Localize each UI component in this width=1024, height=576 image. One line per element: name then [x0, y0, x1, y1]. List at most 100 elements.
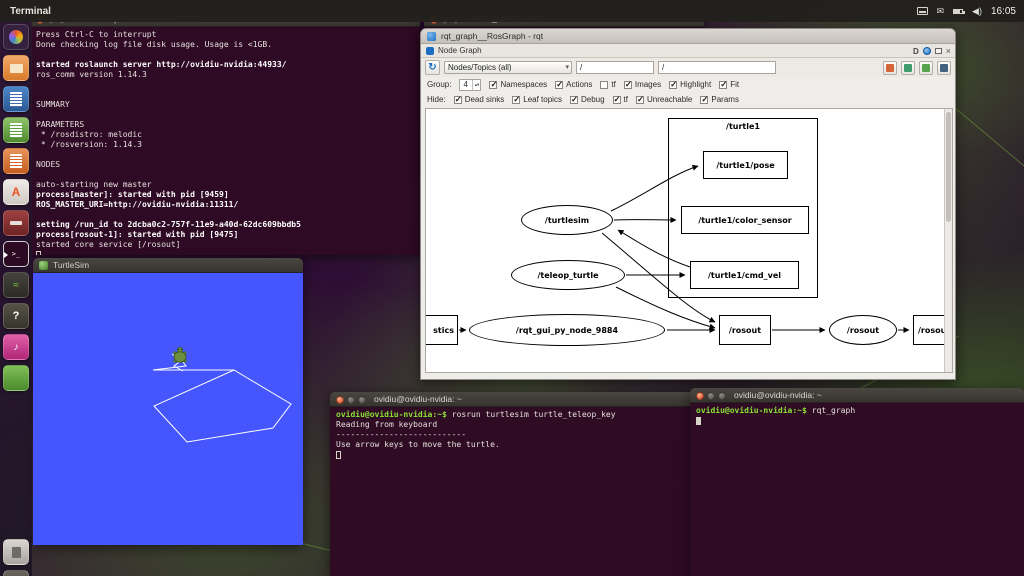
scrollbar-thumb[interactable] [946, 112, 951, 222]
launcher-files-icon[interactable] [3, 55, 29, 81]
node-filter-input[interactable]: / [576, 61, 654, 74]
vertical-scrollbar[interactable] [944, 109, 952, 372]
rqt-app-icon [427, 32, 436, 41]
terminal-line: PARAMETERS [36, 120, 420, 130]
terminal-line: ovidiu@ovidiu-nvidia:~$rosrun turtlesim … [336, 410, 700, 420]
minimize-button[interactable] [707, 392, 715, 400]
dock-close-button[interactable]: × [946, 47, 951, 56]
checkbox-label: tf [611, 80, 615, 89]
launcher-archive-drawer-icon[interactable] [3, 570, 29, 576]
window-title: rqt_graph__RosGraph - rqt [441, 31, 543, 41]
node-graph-canvas[interactable]: /turtle1 /turtle1/pose /turtle1/color_se… [425, 108, 953, 373]
graph-topic-turtle1-cmd-vel: /turtle1/cmd_vel [690, 261, 799, 289]
volume-icon[interactable]: ◀) [972, 6, 982, 17]
checkbox-images[interactable] [624, 81, 632, 89]
terminal-line: Reading from keyboard [336, 420, 700, 430]
battery-icon[interactable] [953, 9, 963, 14]
save-image-button[interactable] [919, 61, 933, 75]
dock-blue-button[interactable] [923, 47, 931, 55]
dock-d-button[interactable]: D [913, 47, 919, 56]
graph-topic-rosout: /rosout [719, 315, 771, 345]
close-button[interactable] [336, 396, 344, 404]
checkbox-params[interactable] [700, 96, 708, 104]
shell-prompt: ovidiu@ovidiu-nvidia:~$ [336, 410, 447, 419]
minimize-button[interactable] [347, 396, 355, 404]
checkbox-actions[interactable] [555, 81, 563, 89]
launcher-ubuntu-software-icon[interactable]: A [3, 179, 29, 205]
save-dot-button[interactable] [901, 61, 915, 75]
group-label: Group: [427, 80, 451, 89]
close-button[interactable] [696, 392, 704, 400]
checkbox-fit[interactable] [719, 81, 727, 89]
terminal-line [36, 210, 420, 220]
group-spinbox[interactable]: 4 ▴▾ [459, 79, 481, 91]
launcher-trash-icon[interactable] [3, 539, 29, 565]
window-title: ovidiu@ovidiu-nvidia: ~ [734, 390, 822, 400]
terminal-output[interactable]: ovidiu@ovidiu-nvidia:~$rqt_graph [690, 403, 1024, 576]
focused-app-title[interactable]: Terminal [10, 6, 51, 17]
launcher-system-tool-icon[interactable] [3, 210, 29, 236]
maximize-button[interactable] [718, 392, 726, 400]
combobox-value: Nodes/Topics (all) [448, 63, 512, 72]
turtlesim-canvas[interactable] [33, 273, 303, 545]
checkbox-highlight[interactable] [669, 81, 677, 89]
rqt-toolbar: ↻ Nodes/Topics (all) ▾ / / [421, 58, 955, 77]
launcher-libreoffice-impress-icon[interactable] [3, 148, 29, 174]
terminal-cursor [336, 451, 341, 459]
dock-float-button[interactable] [935, 48, 942, 54]
terminal-line [36, 110, 420, 120]
window-titlebar[interactable]: ovidiu@ovidiu-nvidia: ~ [690, 388, 1024, 403]
graph-node-turtlesim: /turtlesim [521, 205, 613, 235]
launcher-libreoffice-calc-icon[interactable] [3, 117, 29, 143]
terminal-line: started roslaunch server http://ovidiu-n… [36, 60, 420, 70]
turtle-trajectory [33, 273, 303, 545]
terminal-line: * /rosversion: 1.14.3 [36, 140, 420, 150]
terminal-output[interactable]: Press Ctrl-C to interrupt Done checking … [30, 27, 420, 255]
launcher-dash-icon[interactable] [3, 24, 29, 50]
graph-type-combobox[interactable]: Nodes/Topics (all) ▾ [444, 61, 572, 74]
maximize-button[interactable] [358, 396, 366, 404]
checkbox-label: Params [711, 95, 739, 104]
terminal-line [36, 80, 420, 90]
terminal-output[interactable]: ovidiu@ovidiu-nvidia:~$rosrun turtlesim … [330, 407, 700, 576]
messages-icon[interactable]: ✉ [937, 6, 945, 17]
launcher-help-icon[interactable]: ? [3, 303, 29, 329]
keyboard-indicator-icon[interactable] [917, 7, 928, 15]
checkbox-leaf-topics[interactable] [512, 96, 520, 104]
clock[interactable]: 16:05 [991, 6, 1016, 17]
launcher-terminal-icon[interactable]: >_ [3, 241, 29, 267]
turtlesim-window: TurtleSim [33, 258, 303, 545]
launcher-system-monitor-icon[interactable]: ≈ [3, 272, 29, 298]
checkbox-tf[interactable] [600, 81, 608, 89]
settings-button[interactable] [937, 61, 951, 75]
node-graph-dock-titlebar[interactable]: Node Graph D × [421, 44, 955, 58]
refresh-button[interactable]: ↻ [425, 60, 440, 75]
checkbox-label: Leaf topics [523, 95, 562, 104]
open-dot-button[interactable] [883, 61, 897, 75]
turtle-sprite [173, 347, 187, 362]
checkbox-label: tf [624, 95, 628, 104]
system-tray: ✉ ◀) 16:05 [917, 0, 1017, 22]
spinbox-value: 4 [463, 80, 467, 89]
checkbox-hide-tf[interactable] [613, 96, 621, 104]
checkbox-label: Actions [566, 80, 592, 89]
window-titlebar[interactable]: ovidiu@ovidiu-nvidia: ~ [330, 392, 700, 407]
launcher-updater-icon[interactable] [3, 365, 29, 391]
checkbox-unreachable[interactable] [636, 96, 644, 104]
shell-prompt: ovidiu@ovidiu-nvidia:~$ [696, 406, 807, 415]
checkbox-debug[interactable] [570, 96, 578, 104]
rqt-graph-window: rqt_graph__RosGraph - rqt Node Graph D ×… [420, 28, 956, 380]
terminal-line: auto-starting new master [36, 180, 420, 190]
terminal-cursor [36, 251, 41, 256]
checkbox-dead-sinks[interactable] [454, 96, 462, 104]
checkbox-label: Namespaces [500, 80, 547, 89]
panel-title: Node Graph [438, 46, 482, 55]
launcher-libreoffice-writer-icon[interactable] [3, 86, 29, 112]
topic-filter-input[interactable]: / [658, 61, 776, 74]
graph-topic-turtle1-color-sensor: /turtle1/color_sensor [681, 206, 809, 234]
window-titlebar[interactable]: TurtleSim [33, 258, 303, 273]
checkbox-namespaces[interactable] [489, 81, 497, 89]
launcher-rhythmbox-icon[interactable]: ♪ [3, 334, 29, 360]
spinbox-arrows[interactable]: ▴▾ [472, 80, 480, 90]
window-titlebar[interactable]: rqt_graph__RosGraph - rqt [421, 29, 955, 44]
